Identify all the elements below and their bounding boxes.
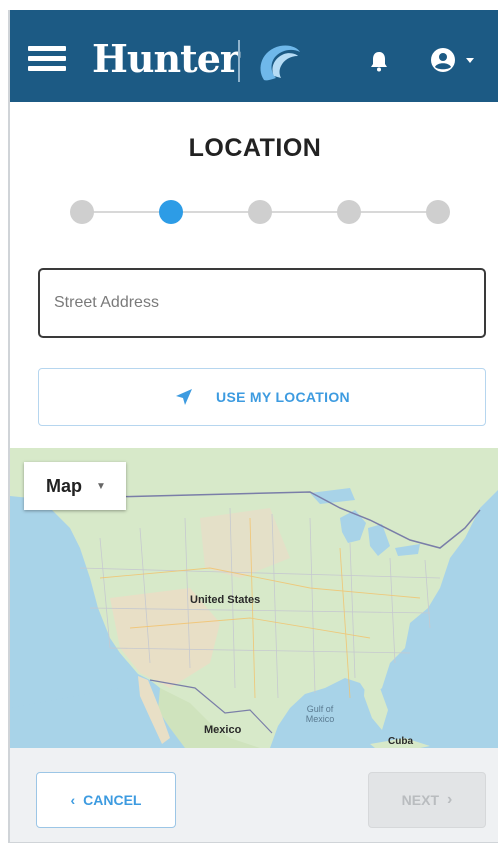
next-label: NEXT [401, 792, 439, 808]
use-my-location-label: USE MY LOCATION [216, 389, 350, 405]
step-5-indicator [426, 200, 450, 224]
map-label-gulf: Gulf of Mexico [305, 704, 335, 724]
step-1-indicator [70, 200, 94, 224]
menu-icon[interactable] [28, 46, 66, 72]
progress-stepper [70, 198, 452, 228]
cancel-label: CANCEL [83, 792, 142, 808]
chevron-left-icon: ‹ [70, 792, 76, 808]
map-label-mexico: Mexico [204, 724, 242, 736]
brand-logo: Hunter [92, 36, 240, 81]
next-button[interactable]: NEXT › [368, 772, 486, 828]
map-label-united-states: United States [190, 594, 261, 606]
street-address-input[interactable] [38, 268, 486, 338]
account-icon[interactable] [430, 47, 486, 73]
cancel-button[interactable]: ‹ CANCEL [36, 772, 176, 828]
bell-icon[interactable] [368, 50, 390, 72]
app-screen: Hunter LOCATION USE MY LO [8, 10, 498, 843]
step-3-indicator [248, 200, 272, 224]
wizard-footer: ‹ CANCEL NEXT › [10, 748, 498, 842]
map-type-selector[interactable]: Map ▼ [24, 462, 126, 510]
navigation-arrow-icon [176, 389, 193, 405]
map-type-label: Map [46, 475, 82, 496]
use-my-location-button[interactable]: USE MY LOCATION [38, 368, 486, 426]
map-label-cuba: Cuba [388, 736, 413, 747]
chevron-right-icon: › [447, 791, 453, 808]
step-2-indicator [159, 200, 183, 224]
step-4-indicator [337, 200, 361, 224]
location-map[interactable]: Map ▼ United States Mexico Gulf of Mexic… [10, 448, 498, 748]
logo-divider [238, 40, 240, 82]
caret-down-icon [466, 58, 474, 63]
app-header: Hunter [10, 10, 498, 102]
page-title: LOCATION [188, 134, 322, 162]
hunter-swirl-icon [260, 45, 300, 81]
caret-down-icon: ▼ [96, 480, 106, 492]
